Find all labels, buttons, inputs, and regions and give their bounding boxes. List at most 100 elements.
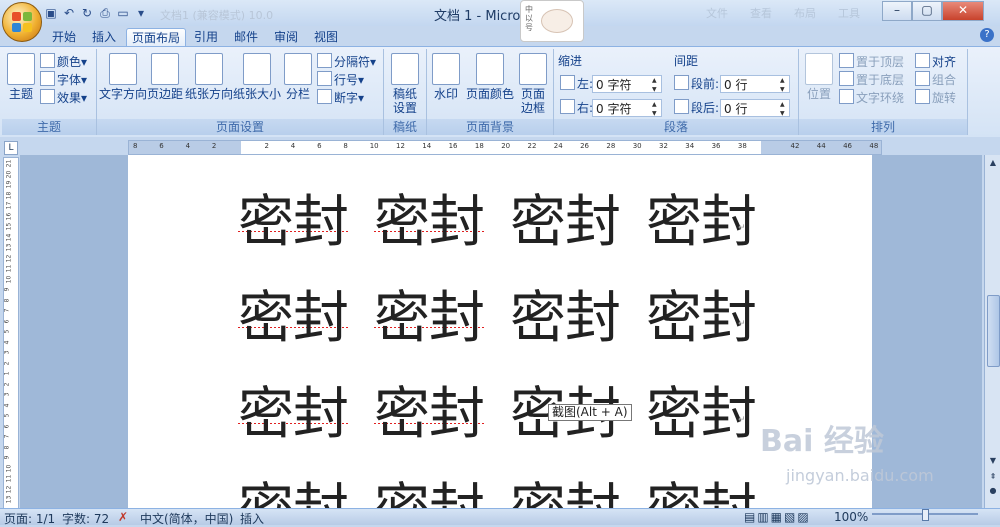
margins-button[interactable]: 页边距 bbox=[147, 53, 183, 101]
vruler-tick-label: 16 bbox=[5, 212, 13, 220]
view-buttons[interactable]: ▤▥▦▧▨ bbox=[744, 510, 811, 524]
text-direction-button[interactable]: 文字方向 bbox=[99, 53, 147, 101]
vruler-tick-label: 7 bbox=[3, 434, 11, 439]
new-doc-icon[interactable]: ▭ bbox=[116, 6, 130, 20]
theme-button[interactable]: 主题 bbox=[4, 53, 38, 101]
scroll-down-icon[interactable]: ▼ bbox=[987, 455, 999, 467]
menu-view[interactable]: 查看 bbox=[750, 5, 772, 21]
indent-right-field[interactable]: 0 字符 bbox=[592, 99, 662, 118]
tab-selector-button[interactable]: L bbox=[4, 141, 18, 155]
position-button[interactable]: 位置 bbox=[803, 53, 835, 101]
orientation-button[interactable]: 纸张方向 bbox=[185, 53, 233, 101]
vruler-tick-label: 2 bbox=[3, 361, 11, 365]
spacing-after-icon bbox=[674, 99, 689, 114]
status-mode[interactable]: 插入 bbox=[240, 510, 264, 527]
text-line-1[interactable]: 密封 密封 密封 密封 bbox=[238, 177, 782, 258]
customize-icon[interactable]: ▾ bbox=[134, 6, 148, 20]
tab-review[interactable]: 审阅 bbox=[268, 28, 304, 46]
menu-file[interactable]: 文件 bbox=[706, 5, 728, 21]
ruler-tick-label: 4 bbox=[290, 142, 296, 150]
maximize-button[interactable]: ▢ bbox=[912, 1, 942, 21]
scroll-up-icon[interactable]: ▲ bbox=[987, 157, 999, 169]
bring-front-button[interactable]: 置于顶层 bbox=[839, 53, 904, 69]
spacing-after-field[interactable]: 0 行 bbox=[720, 99, 790, 118]
text-wrap-icon bbox=[839, 89, 854, 104]
redo-icon[interactable]: ↻ bbox=[80, 6, 94, 20]
vertical-scrollbar[interactable]: ▲ ▼ ⇞ ● bbox=[984, 155, 1000, 508]
word[interactable]: 密封 bbox=[238, 369, 349, 450]
columns-button[interactable]: 分栏 bbox=[283, 53, 313, 101]
text-wrap-button[interactable]: 文字环绕 bbox=[839, 89, 904, 105]
prev-page-icon[interactable]: ⇞ bbox=[987, 471, 999, 483]
quick-access-toolbar: ▣ ↶ ↻ ⎙ ▭ ▾ bbox=[44, 4, 148, 22]
word[interactable]: 密封 bbox=[646, 465, 757, 508]
spacing-before-field[interactable]: 0 行 bbox=[720, 75, 790, 94]
word[interactable]: 密封 bbox=[510, 465, 621, 508]
size-button[interactable]: 纸张大小 bbox=[233, 53, 281, 101]
tab-mailings[interactable]: 邮件 bbox=[228, 28, 264, 46]
vertical-ruler[interactable]: 21 20 19 18 17 16 15 14 13 12 11 10 9 8 7 6 5 4 3 2 1 2 3 4 5 6 7 8… bbox=[3, 157, 19, 509]
line-numbers-button[interactable]: 行号▾ bbox=[317, 71, 364, 87]
status-zoom[interactable]: 100% bbox=[834, 510, 868, 524]
word[interactable]: 密封 bbox=[238, 177, 349, 258]
hyphenation-button[interactable]: 断字▾ bbox=[317, 89, 364, 105]
theme-effects-button[interactable]: 效果▾ bbox=[40, 89, 87, 105]
manuscript-settings-button[interactable]: 稿纸 设置 bbox=[388, 53, 422, 115]
horizontal-ruler[interactable]: 8 6 4 2 2 4 6 8 10 12 14 16 18 20 22 24 26 28 30 32 34 36 38 42… bbox=[128, 140, 882, 155]
office-button[interactable] bbox=[2, 2, 42, 42]
word[interactable]: 密封 bbox=[646, 273, 757, 354]
page-borders-button[interactable]: 页面 边框 bbox=[517, 53, 549, 115]
tab-insert[interactable]: 插入 bbox=[86, 28, 122, 46]
group-objects-button[interactable]: 组合 bbox=[915, 71, 956, 87]
screenshot-tooltip: 截图(Alt + A) bbox=[548, 404, 632, 421]
scroll-thumb[interactable] bbox=[987, 295, 1000, 367]
word[interactable]: 密封 bbox=[510, 273, 621, 354]
word[interactable]: 密封 bbox=[238, 273, 349, 354]
word[interactable]: 密封 bbox=[646, 369, 757, 450]
align-button[interactable]: 对齐 bbox=[915, 53, 956, 69]
browse-object-icon[interactable]: ● bbox=[987, 485, 999, 497]
print-preview-icon[interactable]: ⎙ bbox=[98, 6, 112, 20]
tab-home[interactable]: 开始 bbox=[46, 28, 82, 46]
status-page[interactable]: 页面: 1/1 bbox=[4, 510, 55, 527]
text-line-2[interactable]: 密封 密封 密封 密封 bbox=[238, 273, 782, 354]
help-icon[interactable]: ? bbox=[980, 28, 994, 42]
vruler-tick-label: 13 bbox=[5, 243, 13, 252]
word[interactable]: 密封 bbox=[646, 177, 757, 258]
text-line-3[interactable]: 密封密封密封密封 bbox=[238, 369, 782, 450]
proofing-icon[interactable]: ✗ bbox=[118, 510, 128, 524]
undo-icon[interactable]: ↶ bbox=[62, 6, 76, 20]
theme-fonts-button[interactable]: 字体▾ bbox=[40, 71, 87, 87]
menu-tools[interactable]: 工具 bbox=[838, 5, 860, 21]
paragraph-mark-icon: ↵ bbox=[738, 319, 746, 329]
rotate-button[interactable]: 旋转 bbox=[915, 89, 956, 105]
menu-layout[interactable]: 布局 bbox=[794, 5, 816, 21]
tab-page-layout[interactable]: 页面布局 bbox=[126, 28, 186, 47]
group-theme: 主题 颜色▾ 字体▾ 效果▾ 主题 bbox=[2, 49, 97, 135]
word[interactable]: 密封 bbox=[374, 369, 485, 450]
word[interactable]: 密封 bbox=[238, 465, 349, 508]
word[interactable]: 密封 bbox=[510, 177, 621, 258]
indent-left-field[interactable]: 0 字符 bbox=[592, 75, 662, 94]
page-color-button[interactable]: 页面颜色 bbox=[465, 53, 515, 101]
save-icon[interactable]: ▣ bbox=[44, 6, 58, 20]
title-bar: ▣ ↶ ↻ ⎙ ▭ ▾ 文档1 (兼容模式) 10.0 文档 1 - Micro… bbox=[0, 0, 1000, 26]
minimize-button[interactable]: – bbox=[882, 1, 912, 21]
zoom-slider[interactable] bbox=[872, 509, 978, 521]
word[interactable]: 密封 bbox=[374, 465, 485, 508]
word[interactable]: 密封 bbox=[374, 177, 485, 258]
text-line-4[interactable]: 密封密封密封密封 bbox=[238, 465, 782, 508]
theme-colors-button[interactable]: 颜色▾ bbox=[40, 53, 87, 69]
status-language[interactable]: 中文(简体，中国) bbox=[140, 510, 233, 527]
breaks-button[interactable]: 分隔符▾ bbox=[317, 53, 376, 69]
close-button[interactable]: ✕ bbox=[942, 1, 984, 21]
tab-references[interactable]: 引用 bbox=[188, 28, 224, 46]
watermark-button[interactable]: 水印 bbox=[431, 53, 461, 101]
indent-right-icon bbox=[560, 99, 575, 114]
word[interactable]: 密封 bbox=[374, 273, 485, 354]
send-back-icon bbox=[839, 71, 854, 86]
text-direction-icon bbox=[109, 53, 137, 85]
tab-view[interactable]: 视图 bbox=[308, 28, 344, 46]
status-words[interactable]: 字数: 72 bbox=[62, 510, 109, 527]
send-back-button[interactable]: 置于底层 bbox=[839, 71, 904, 87]
